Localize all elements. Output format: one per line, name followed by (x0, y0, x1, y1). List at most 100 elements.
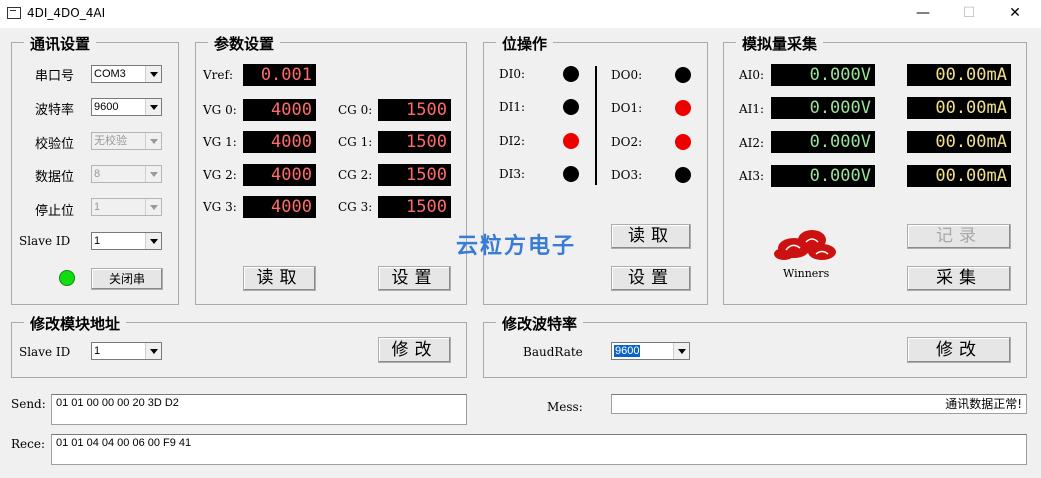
port-select[interactable]: COM3 (91, 65, 162, 83)
cg2-label: CG 2: (338, 168, 373, 182)
databits-value: 8 (94, 168, 101, 180)
ai0-label: AI0: (739, 68, 765, 82)
vref-display: 0.001 (243, 64, 316, 86)
ai3-voltage: 0.000V (771, 165, 875, 187)
ai2-label: AI2: (739, 136, 765, 150)
baudrate-value: 9600 (614, 345, 641, 357)
chevron-down-icon (145, 66, 161, 82)
rece-label: Rece: (11, 437, 46, 451)
watermark-text: 云粒方电子 (456, 234, 577, 259)
comm-settings-title: 通讯设置 (24, 33, 97, 54)
parity-value: 无校验 (94, 135, 127, 147)
port-value: COM3 (94, 68, 126, 80)
do3-led[interactable] (675, 167, 691, 183)
record-button[interactable]: 记录 (907, 224, 1011, 249)
baudrate-label: BaudRate (523, 345, 583, 359)
chevron-down-icon (145, 133, 161, 149)
ai1-current: 00.00mA (907, 97, 1011, 119)
vref-label: Vref: (203, 68, 233, 82)
vg1-label: VG 1: (203, 135, 237, 149)
di2-led (563, 133, 579, 149)
cloud-logo-icon (774, 230, 836, 260)
ai1-voltage: 0.000V (771, 97, 875, 119)
cg0-display: 1500 (378, 99, 451, 121)
vg3-label: VG 3: (203, 200, 237, 214)
di0-led (563, 66, 579, 82)
send-textbox[interactable]: 01 01 00 00 00 20 3D D2 (51, 394, 467, 425)
slave-id-label: Slave ID (19, 234, 71, 248)
ai2-voltage: 0.000V (771, 131, 875, 153)
do0-label: DO0: (611, 68, 643, 82)
ai0-current: 00.00mA (907, 64, 1011, 86)
databits-select[interactable]: 8 (91, 165, 162, 183)
bits-set-button[interactable]: 设置 (611, 266, 691, 291)
di2-label: DI2: (499, 134, 526, 148)
vg0-display: 4000 (243, 99, 316, 121)
baud-select[interactable]: 9600 (91, 98, 162, 116)
ai3-current: 00.00mA (907, 165, 1011, 187)
maximize-button[interactable]: ☐ (946, 0, 992, 28)
analog-title: 模拟量采集 (736, 33, 824, 54)
di3-led (563, 166, 579, 182)
params-title: 参数设置 (208, 33, 281, 54)
parity-select[interactable]: 无校验 (91, 132, 162, 150)
params-set-button[interactable]: 设置 (378, 266, 451, 291)
mess-label: Mess: (547, 400, 583, 414)
modify-baudrate-button[interactable]: 修改 (907, 337, 1011, 363)
cg3-display: 1500 (378, 196, 451, 218)
divider (595, 66, 597, 185)
modify-baudrate-title: 修改波特率 (496, 313, 584, 334)
collect-button[interactable]: 采集 (907, 266, 1011, 291)
ai1-label: AI1: (739, 102, 765, 116)
ai2-current: 00.00mA (907, 131, 1011, 153)
logo-text: Winners (783, 267, 830, 280)
vg2-display: 4000 (243, 164, 316, 186)
stopbits-select[interactable]: 1 (91, 198, 162, 216)
do0-led[interactable] (675, 67, 691, 83)
title-bar: 4DI_4DO_4AI — ☐ ✕ (0, 0, 1041, 28)
do3-label: DO3: (611, 168, 643, 182)
ai0-voltage: 0.000V (771, 64, 875, 86)
close-port-button[interactable]: 关闭串 (91, 268, 163, 290)
stopbits-label: 停止位 (35, 204, 75, 219)
databits-label: 数据位 (35, 170, 75, 185)
port-label: 串口号 (35, 69, 75, 84)
receive-textbox[interactable]: 01 01 04 04 00 06 00 F9 41 (51, 434, 1027, 465)
baudrate-select[interactable]: 9600 (611, 342, 690, 360)
port-status-led (59, 270, 75, 286)
do1-label: DO1: (611, 101, 643, 115)
do2-label: DO2: (611, 135, 643, 149)
chevron-down-icon (145, 343, 161, 359)
addr-slave-id-select[interactable]: 1 (91, 342, 162, 360)
do1-led[interactable] (675, 100, 691, 116)
cg1-label: CG 1: (338, 135, 373, 149)
cg0-label: CG 0: (338, 103, 373, 117)
modify-address-button[interactable]: 修改 (378, 337, 451, 363)
bits-read-button[interactable]: 读取 (611, 224, 691, 249)
do2-led[interactable] (675, 134, 691, 150)
chevron-down-icon (145, 233, 161, 249)
vg0-label: VG 0: (203, 103, 237, 117)
vg2-label: VG 2: (203, 168, 237, 182)
params-read-button[interactable]: 读取 (243, 266, 316, 291)
modify-address-title: 修改模块地址 (24, 313, 127, 334)
addr-slave-id-value: 1 (94, 345, 101, 357)
parity-label: 校验位 (35, 137, 75, 152)
di1-led (563, 99, 579, 115)
cg1-display: 1500 (378, 131, 451, 153)
stopbits-value: 1 (94, 201, 101, 213)
vg1-display: 4000 (243, 131, 316, 153)
chevron-down-icon (145, 99, 161, 115)
message-textbox[interactable]: 通讯数据正常! (611, 394, 1027, 414)
slave-id-select[interactable]: 1 (91, 232, 162, 250)
baud-label: 波特率 (35, 103, 75, 118)
send-label: Send: (11, 397, 46, 411)
chevron-down-icon (145, 199, 161, 215)
window-title: 4DI_4DO_4AI (27, 6, 106, 20)
slave-id-value: 1 (94, 235, 101, 247)
di0-label: DI0: (499, 67, 526, 81)
di3-label: DI3: (499, 167, 526, 181)
close-button[interactable]: ✕ (992, 0, 1038, 28)
minimize-button[interactable]: — (900, 0, 946, 28)
vg3-display: 4000 (243, 196, 316, 218)
